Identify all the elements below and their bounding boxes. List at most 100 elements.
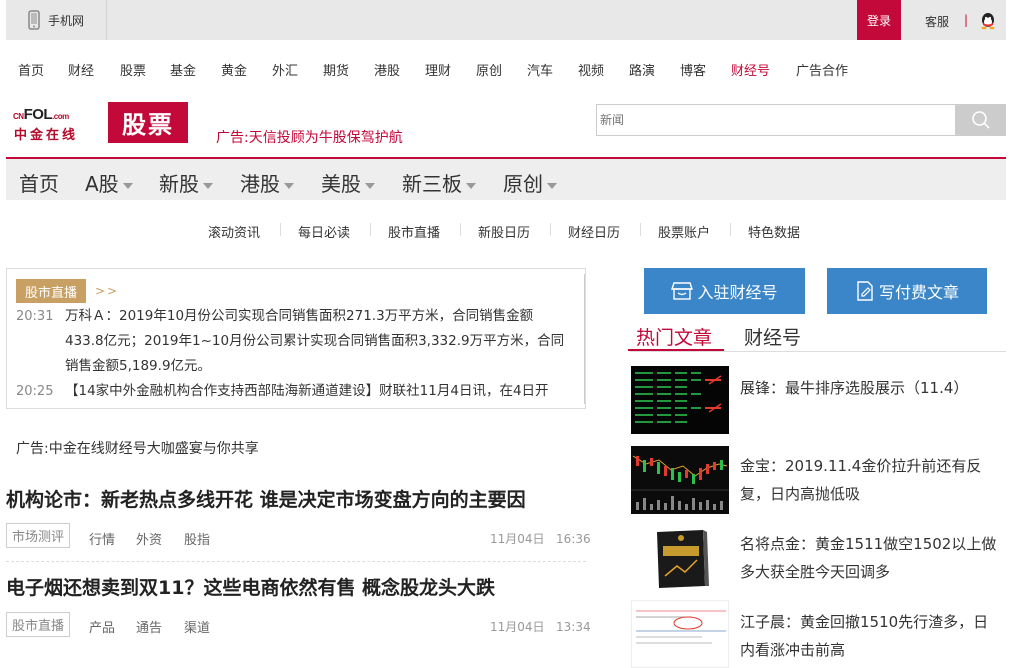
nav-item[interactable]: 股票	[120, 60, 146, 79]
article-date: 11月04日 13:34	[490, 620, 591, 634]
subnav-item[interactable]: 股票账户	[658, 222, 710, 241]
nav-item[interactable]: 外汇	[272, 60, 298, 79]
nav-item[interactable]: 视频	[578, 60, 604, 79]
chevron-down-icon	[547, 182, 557, 189]
phone-icon	[28, 10, 40, 30]
subnav-item[interactable]: 股市直播	[388, 222, 440, 241]
live-feed-tag[interactable]: 股市直播	[16, 279, 86, 303]
section-nav: 首页 A股 新股 港股 美股 新三板 原创	[6, 157, 1006, 200]
feed-time: 20:31	[16, 309, 54, 324]
nav-item[interactable]: 路演	[629, 60, 655, 79]
logo-chinese: 中金在线	[14, 128, 79, 143]
join-caijinghao-button[interactable]: 入驻财经号	[644, 268, 805, 314]
feed-text[interactable]: 【14家中外金融机构合作支持西部陆海新通道建设】财联社11月4日讯，在4日开	[65, 379, 570, 404]
hot-article-title[interactable]: 金宝：2019.11.4金价拉升前还有反复，日内高抛低吸	[740, 452, 1000, 508]
subnav-item[interactable]: 新股日历	[478, 222, 530, 241]
tab-caijinghao[interactable]: 财经号	[744, 323, 801, 350]
search-input[interactable]	[596, 104, 956, 136]
chevron-down-icon	[284, 182, 294, 189]
subnav-item[interactable]: 财经日历	[568, 222, 620, 241]
chevron-down-icon	[365, 182, 375, 189]
hot-article-title[interactable]: 江子晨：黄金回撤1510先行渣多，日内看涨冲击前高	[740, 608, 1000, 664]
edit-document-icon	[857, 281, 873, 301]
top-ad-link[interactable]: 广告:天信投顾为牛股保驾护航	[216, 127, 403, 147]
chevron-down-icon	[122, 182, 133, 189]
nav-item[interactable]: 财经号	[731, 60, 770, 79]
mobile-site-label: 手机网	[48, 13, 85, 28]
divider	[550, 223, 551, 236]
mobile-site-link[interactable]: 手机网	[6, 0, 106, 40]
candlestick-chart-thumbnail[interactable]	[631, 446, 729, 514]
section-nav-item[interactable]: 新三板	[402, 168, 476, 197]
divider	[280, 223, 281, 236]
divider	[6, 561, 586, 562]
section-nav-item[interactable]: 原创	[503, 168, 557, 197]
hot-article-title[interactable]: 展锋：最牛排序选股展示（11.4）	[740, 374, 1000, 402]
divider: |	[964, 13, 969, 27]
article-tag[interactable]: 股市直播	[6, 612, 71, 637]
write-paid-article-button[interactable]: 写付费文章	[827, 268, 987, 314]
article-keyword[interactable]: 通告	[136, 617, 162, 636]
chevron-down-icon	[203, 182, 213, 189]
article-keyword[interactable]: 产品	[89, 617, 115, 636]
stock-screen-thumbnail[interactable]	[631, 366, 729, 434]
nav-item[interactable]: 期货	[323, 60, 349, 79]
live-feed-panel: 股市直播 >> 20:31 万科Ａ：2019年10月份公司实现合同销售面积271…	[6, 268, 586, 409]
more-link[interactable]: >>	[95, 284, 119, 298]
section-nav-item[interactable]: 首页	[19, 168, 59, 197]
chevron-down-icon	[466, 182, 476, 189]
feed-text[interactable]: 万科Ａ：2019年10月份公司实现合同销售面积271.3万平方米，合同销售金额4…	[65, 304, 570, 379]
divider	[460, 223, 461, 236]
tab-hot-articles[interactable]: 热门文章	[636, 323, 712, 350]
section-nav-item[interactable]: 港股	[240, 168, 294, 197]
cnfol-logo[interactable]: CNFOL.com 中金在线	[13, 106, 99, 143]
nav-item[interactable]: 首页	[18, 60, 44, 79]
search-button[interactable]	[956, 104, 1006, 136]
customer-service-link[interactable]: 客服	[925, 13, 949, 30]
scrollbar[interactable]	[584, 274, 585, 404]
search-icon	[972, 111, 990, 129]
feed-time: 20:25	[16, 384, 54, 399]
divider	[106, 0, 107, 40]
hot-article-title[interactable]: 名将点金：黄金1511做空1502以上做多大获全胜今天回调多	[740, 530, 1000, 586]
article-keyword[interactable]: 外资	[136, 529, 162, 548]
subnav-item[interactable]: 滚动资讯	[208, 222, 260, 241]
write-paid-article-label: 写付费文章	[878, 283, 959, 302]
section-badge[interactable]: 股票	[108, 102, 188, 143]
nav-item[interactable]: 理财	[425, 60, 451, 79]
article-date: 11月04日 16:36	[490, 532, 591, 546]
divider	[730, 223, 731, 236]
nav-item[interactable]: 港股	[374, 60, 400, 79]
join-caijinghao-label: 入驻财经号	[697, 283, 778, 302]
article-keyword[interactable]: 渠道	[184, 617, 210, 636]
article-keyword[interactable]: 行情	[89, 529, 115, 548]
nav-item[interactable]: 博客	[680, 60, 706, 79]
section-nav-item[interactable]: 美股	[321, 168, 375, 197]
nav-item[interactable]: 汽车	[527, 60, 553, 79]
section-nav-item[interactable]: 新股	[159, 168, 213, 197]
store-icon	[671, 282, 694, 300]
nav-item[interactable]: 财经	[68, 60, 94, 79]
login-button[interactable]: 登录	[857, 0, 901, 40]
book-cover-thumbnail[interactable]	[631, 526, 729, 594]
logo-wordmark: CNFOL.com	[13, 106, 69, 123]
qq-icon[interactable]	[979, 12, 997, 34]
article-keyword[interactable]: 股指	[184, 529, 210, 548]
nav-item[interactable]: 黄金	[221, 60, 247, 79]
divider	[640, 223, 641, 236]
active-tab-indicator	[628, 349, 724, 351]
right-tabs: 热门文章 财经号	[630, 320, 1006, 352]
article-tag[interactable]: 市场测评	[6, 523, 71, 548]
divider	[370, 223, 371, 236]
article-title[interactable]: 电子烟还想卖到双11？这些电商依然有售 概念股龙头大跌	[6, 573, 495, 600]
subnav-item[interactable]: 每日必读	[298, 222, 350, 241]
nav-item[interactable]: 基金	[170, 60, 196, 79]
section-nav-item[interactable]: A股	[85, 168, 133, 197]
subnav-item[interactable]: 特色数据	[748, 222, 800, 241]
article-title[interactable]: 机构论市：新老热点多线开花 谁是决定市场变盘方向的主要因	[6, 485, 526, 512]
nav-item[interactable]: 广告合作	[796, 60, 848, 79]
nav-item[interactable]: 原创	[476, 60, 502, 79]
ad-link[interactable]: 广告:中金在线财经号大咖盛宴与你共享	[16, 438, 259, 458]
top-bar: 手机网 登录 客服 |	[6, 0, 1006, 40]
chart-notes-thumbnail[interactable]	[631, 600, 729, 668]
